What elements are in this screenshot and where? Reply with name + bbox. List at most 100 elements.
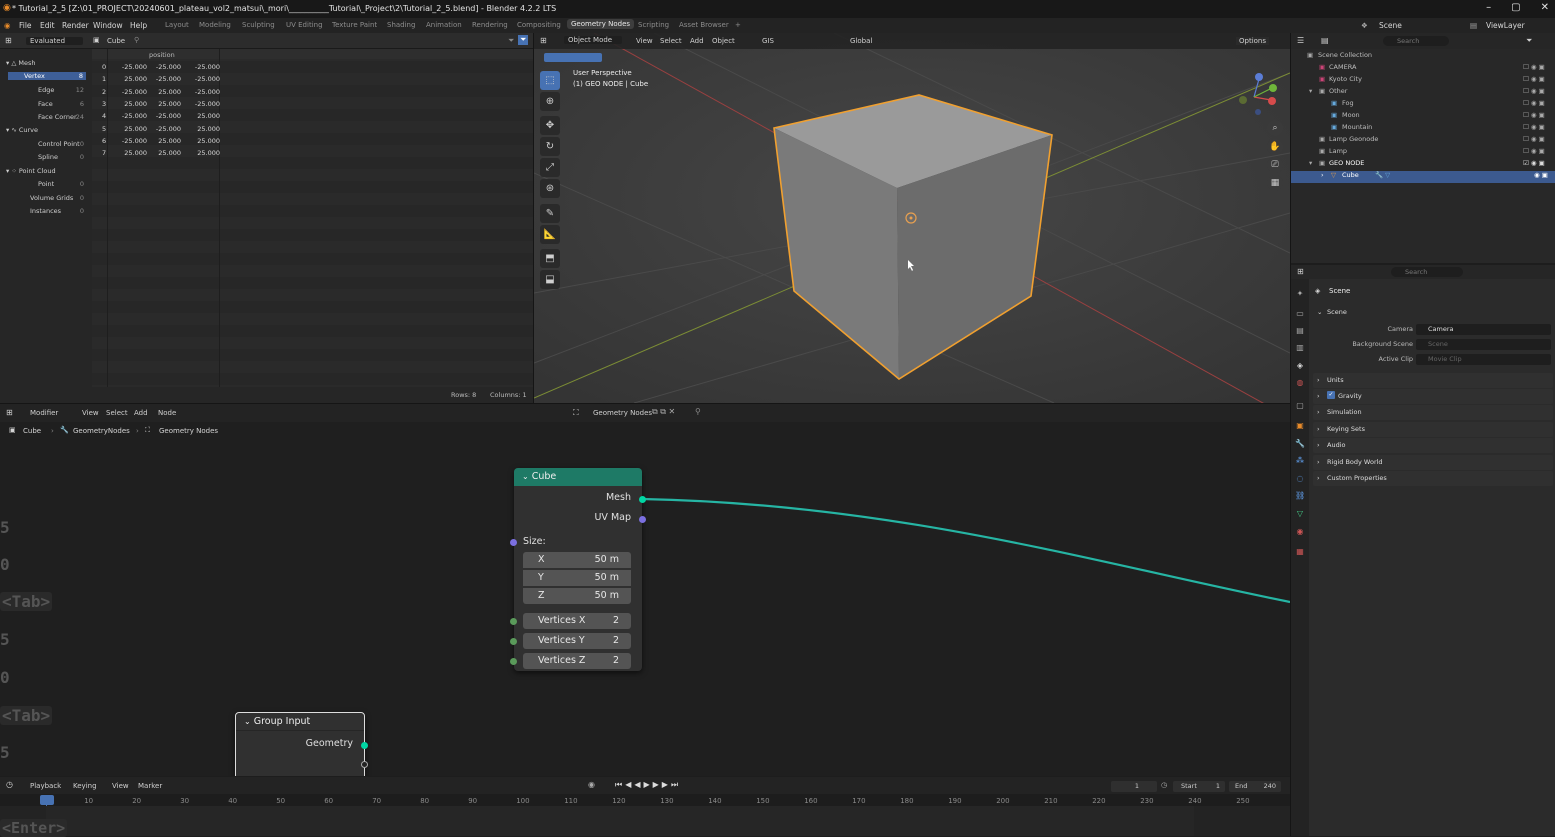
- output-tab-icon[interactable]: ▤: [1295, 326, 1305, 336]
- outliner-row-selected[interactable]: › ▽ Cube 🔧 ▽ ◉ ▣: [1291, 171, 1555, 183]
- maximize-button[interactable]: ▢: [1511, 2, 1520, 13]
- render-tab-icon[interactable]: ▭: [1295, 309, 1305, 319]
- outliner-row[interactable]: ▣ CAMERA ☐ ◉ ▣: [1291, 63, 1555, 75]
- vertices-z-field[interactable]: Vertices Z2: [523, 653, 631, 669]
- current-frame-field[interactable]: 1: [1111, 781, 1157, 792]
- outliner-row[interactable]: ▣ Kyoto City ☐ ◉ ▣: [1291, 75, 1555, 87]
- background-scene-field[interactable]: Scene: [1416, 339, 1551, 350]
- filter-icon[interactable]: ⏷: [508, 36, 514, 46]
- grid-view-icon[interactable]: ▦: [1267, 175, 1283, 191]
- tree-item-instances[interactable]: Instances 0: [16, 207, 84, 215]
- outliner-row[interactable]: ▾ ▣ GEO NODE ☑ ◉ ▣: [1291, 159, 1555, 171]
- workspace-tab-geometry-nodes[interactable]: Geometry Nodes: [567, 19, 635, 29]
- camera-view-icon[interactable]: ⎚: [1267, 157, 1283, 173]
- timeline-menu-keying[interactable]: Keying: [73, 782, 97, 790]
- menu-help[interactable]: Help: [130, 21, 147, 30]
- viewport-editor-type-icon[interactable]: ⊞: [540, 36, 547, 45]
- data-tab-icon[interactable]: ▽: [1295, 509, 1305, 519]
- workspace-tab-compositing[interactable]: Compositing: [517, 21, 561, 29]
- zoom-icon[interactable]: ⌕: [1267, 120, 1283, 136]
- size-y-field[interactable]: Y 50 m: [523, 570, 631, 586]
- size-x-field[interactable]: X 50 m: [523, 552, 631, 568]
- transform-orientation-dropdown[interactable]: Global: [850, 37, 872, 45]
- viewport-menu-view[interactable]: View: [636, 37, 653, 45]
- viewport-options-button[interactable]: Options: [1236, 37, 1270, 45]
- tree-item-spline[interactable]: Spline 0: [24, 153, 84, 161]
- extrude-tool-icon[interactable]: ⬓: [540, 270, 560, 289]
- timeline-menu-playback[interactable]: Playback: [30, 782, 61, 790]
- editor-type-icon[interactable]: ⊞: [5, 36, 12, 45]
- physics-tab-icon[interactable]: ◌: [1295, 474, 1305, 484]
- texture-tab-icon[interactable]: ▦: [1295, 547, 1305, 557]
- measure-tool-icon[interactable]: 📐: [540, 225, 560, 244]
- menu-window[interactable]: Window: [93, 21, 123, 30]
- playback-controls[interactable]: ⏮◀◀▶▶▶⏭: [615, 780, 681, 790]
- tree-item-curve[interactable]: ▾ ∿ Curve: [6, 126, 38, 134]
- workspace-tab-rendering[interactable]: Rendering: [472, 21, 508, 29]
- view-layer-tab-icon[interactable]: ▥: [1295, 343, 1305, 353]
- close-button[interactable]: ✕: [1541, 2, 1549, 13]
- viewport-menu-add[interactable]: Add: [690, 37, 704, 45]
- object-tab-icon[interactable]: ▣: [1295, 421, 1305, 431]
- vertices-y-input-socket[interactable]: [510, 638, 517, 645]
- workspace-tab-animation[interactable]: Animation: [426, 21, 462, 29]
- timeline[interactable]: ◷ Playback Keying View Marker ◉ ⏮◀◀▶▶▶⏭ …: [0, 777, 1290, 837]
- add-cube-tool-icon[interactable]: ⬒: [540, 249, 560, 268]
- outliner-filter-icon[interactable]: ⏷: [1526, 36, 1532, 46]
- workspace-tab-layout[interactable]: Layout: [165, 21, 189, 29]
- geometry-output-socket[interactable]: [361, 742, 368, 749]
- rigid-body-world-panel-header[interactable]: › Rigid Body World: [1313, 455, 1553, 470]
- pan-hand-icon[interactable]: ✋: [1267, 139, 1283, 155]
- timeline-editor-type-icon[interactable]: ◷: [6, 780, 13, 789]
- group-input-header[interactable]: ⌄ Group Input: [236, 713, 364, 731]
- gravity-panel-header[interactable]: › ✓ Gravity: [1313, 389, 1553, 404]
- tool-tab-icon[interactable]: ✦: [1295, 289, 1305, 299]
- select-mode-buttons[interactable]: [544, 53, 602, 62]
- scene-panel-header[interactable]: ⌄ Scene: [1313, 305, 1553, 320]
- outliner-row[interactable]: ▾ ▣ Other ☐ ◉ ▣: [1291, 87, 1555, 99]
- workspace-tab-shading[interactable]: Shading: [387, 21, 415, 29]
- cursor-tool-icon[interactable]: ⊕: [540, 92, 560, 111]
- menu-file[interactable]: File: [19, 21, 32, 30]
- vertices-x-field[interactable]: Vertices X2: [523, 613, 631, 629]
- start-frame-field[interactable]: Start 1: [1173, 781, 1225, 792]
- units-panel-header[interactable]: › Units: [1313, 373, 1553, 388]
- camera-field[interactable]: Camera: [1416, 324, 1551, 335]
- gravity-checkbox[interactable]: ✓: [1327, 391, 1335, 399]
- pin-icon[interactable]: ⚲: [134, 36, 139, 44]
- tree-item-vertex[interactable]: Vertex 8: [8, 72, 86, 80]
- tree-item-face-corner[interactable]: Face Corner 24: [24, 113, 84, 121]
- cube-node[interactable]: ⌄ Cube Mesh UV Map Size: X 50 m Y 50 m Z 50…: [510, 468, 646, 671]
- particles-tab-icon[interactable]: ⁂: [1295, 456, 1305, 466]
- outliner-row[interactable]: ▣ Lamp Geonode ☐ ◉ ▣: [1291, 135, 1555, 147]
- vertices-z-input-socket[interactable]: [510, 658, 517, 665]
- tree-item-point[interactable]: Point 0: [24, 180, 84, 188]
- menu-edit[interactable]: Edit: [40, 21, 55, 30]
- active-clip-field[interactable]: Movie Clip: [1416, 354, 1551, 365]
- mesh-output-socket[interactable]: [639, 496, 646, 503]
- vertices-y-field[interactable]: Vertices Y2: [523, 633, 631, 649]
- outliner-search-input[interactable]: Search: [1383, 36, 1449, 46]
- scene-selector[interactable]: Scene: [1379, 21, 1402, 30]
- group-input-node[interactable]: ⌄ Group Input Geometry: [235, 712, 368, 776]
- minimize-button[interactable]: –: [1486, 2, 1491, 13]
- viewport-menu-select[interactable]: Select: [660, 37, 682, 45]
- world-tab-icon[interactable]: ◍: [1295, 378, 1305, 388]
- funnel-icon[interactable]: ⏷: [518, 35, 529, 45]
- transform-tool-icon[interactable]: ⊛: [540, 179, 560, 198]
- workspace-tab-sculpting[interactable]: Sculpting: [242, 21, 275, 29]
- workspace-tab-modeling[interactable]: Modeling: [199, 21, 231, 29]
- menu-render[interactable]: Render: [62, 21, 89, 30]
- tree-item-point-cloud[interactable]: ▾ ⁘ Point Cloud: [6, 167, 56, 175]
- select-box-tool-icon[interactable]: ⬚: [540, 71, 560, 90]
- outliner-editor-type-icon[interactable]: ☰: [1297, 36, 1304, 45]
- timeline-menu-marker[interactable]: Marker: [138, 782, 162, 790]
- object-mode-dropdown[interactable]: Object Mode: [564, 36, 623, 44]
- move-tool-icon[interactable]: ✥: [540, 116, 560, 135]
- auto-keying-icon[interactable]: ◉: [588, 780, 595, 789]
- collection-tab-icon[interactable]: ▢: [1295, 401, 1305, 411]
- tree-item-face[interactable]: Face 6: [24, 100, 84, 108]
- viewlayer-selector[interactable]: ViewLayer: [1486, 21, 1525, 30]
- viewport-menu-object[interactable]: Object: [712, 37, 735, 45]
- scene-tab-icon[interactable]: ◈: [1295, 361, 1305, 371]
